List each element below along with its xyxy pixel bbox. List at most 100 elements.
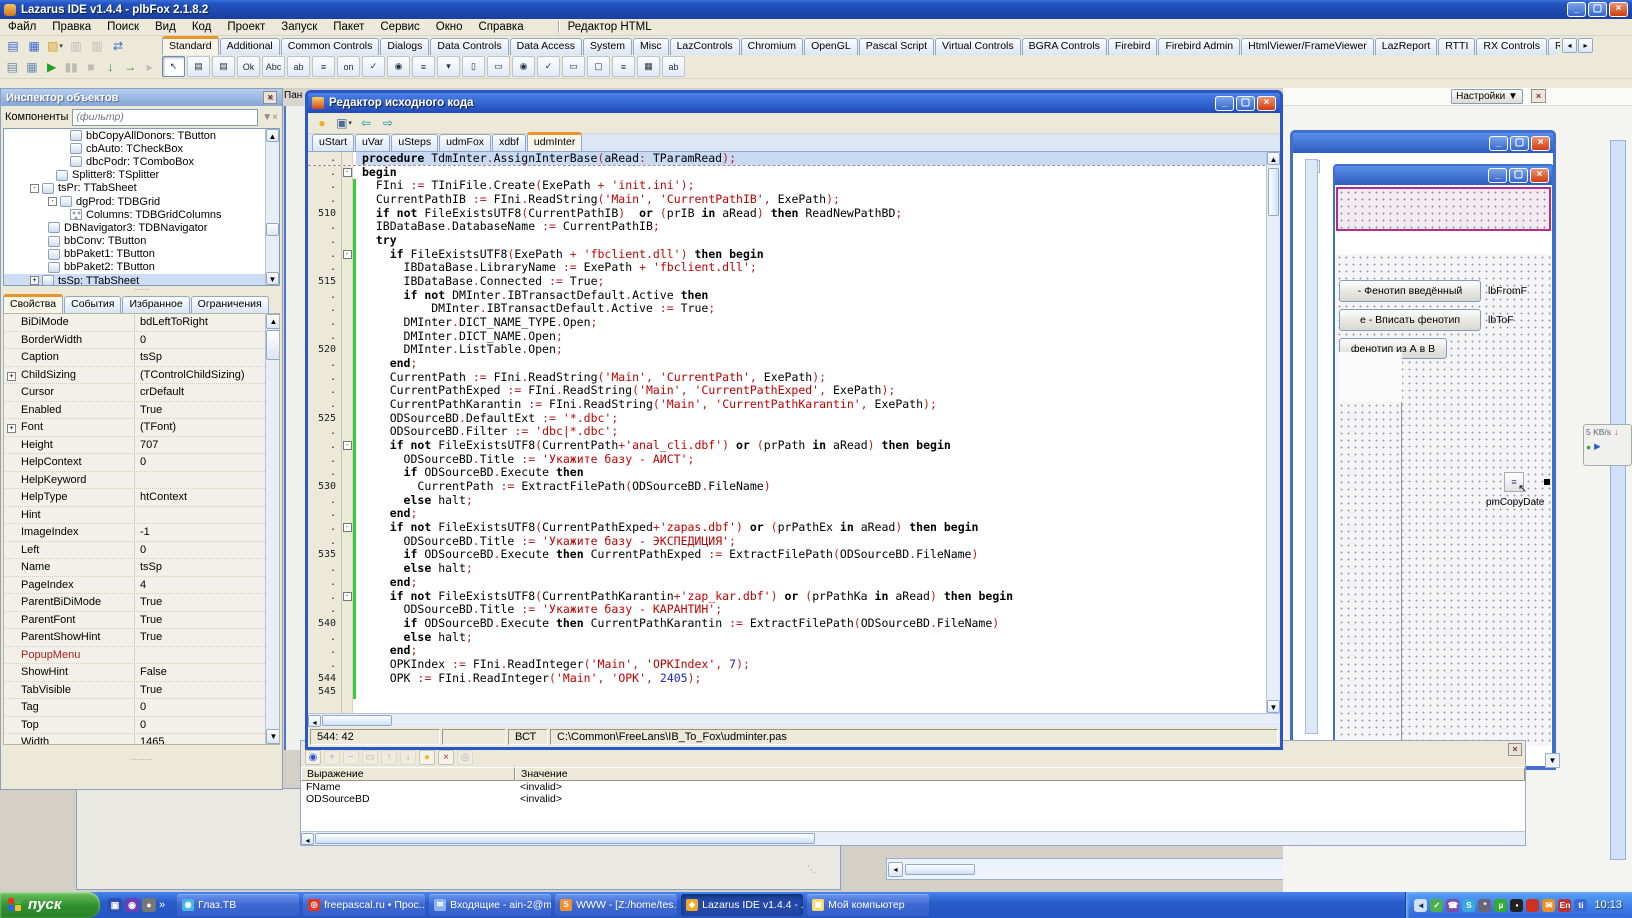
component-tree[interactable]: ▲ ▼ bbCopyAllDonors: TButtoncbAuto: TChe… — [3, 128, 280, 286]
scroll-left-icon[interactable]: ◂ — [301, 833, 314, 845]
scrollbar-thumb[interactable] — [315, 833, 815, 844]
scrollbar-thumb[interactable] — [266, 223, 279, 236]
property-row[interactable]: Left0 — [4, 542, 279, 560]
designer-inner-titlebar[interactable]: _ ▢ × — [1335, 166, 1552, 185]
tree-expand-icon[interactable]: + — [30, 276, 39, 285]
property-value[interactable] — [134, 472, 279, 489]
property-row[interactable]: Height707 — [4, 437, 279, 455]
property-grid[interactable]: BiDiModebdLeftToRightBorderWidth0Caption… — [3, 313, 280, 745]
palette-tab-10[interactable]: OpenGL — [804, 38, 858, 55]
scroll-down-icon[interactable]: ▼ — [1267, 700, 1280, 713]
palette-tab-8[interactable]: LazControls — [670, 38, 740, 55]
maximize-button[interactable]: ▢ — [1509, 168, 1528, 183]
scrollbar-thumb[interactable] — [266, 330, 280, 360]
minimize-button[interactable]: _ — [1488, 168, 1507, 183]
scroll-left-icon[interactable]: ◂ — [308, 715, 321, 727]
palette-tab-1[interactable]: Additional — [220, 38, 280, 55]
scrollbar-thumb[interactable] — [1268, 168, 1279, 216]
form-button-phenotype-entered[interactable]: - Фенотип введённый — [1339, 280, 1481, 302]
stop-icon[interactable]: ■ — [82, 58, 101, 76]
watches-horizontal-scrollbar[interactable]: ◂ — [301, 831, 1525, 845]
property-row[interactable]: PageIndex4 — [4, 577, 279, 595]
menu-item-html-editor[interactable]: Редактор HTML — [558, 21, 660, 33]
palette-tab-7[interactable]: Misc — [633, 38, 669, 55]
component-icon-tradiogroup[interactable]: ◉ — [512, 56, 535, 77]
property-value[interactable] — [134, 647, 279, 664]
property-row[interactable]: ParentBiDiModeTrue — [4, 594, 279, 612]
palette-tab-17[interactable]: LazReport — [1375, 38, 1437, 55]
expand-icon[interactable]: + — [7, 424, 16, 433]
close-icon[interactable]: × — [263, 91, 277, 104]
taskbar-task-5[interactable]: ▣Мой компьютер — [807, 894, 929, 916]
source-editor-titlebar[interactable]: Редактор исходного кода _ ▢ × — [308, 93, 1280, 113]
property-value[interactable]: True — [134, 682, 279, 699]
watch-row[interactable]: FName <invalid> — [301, 781, 1525, 793]
palette-scroll-left-icon[interactable]: ◂ — [1562, 38, 1577, 53]
tree-item[interactable]: Columns: TDBGridColumns — [4, 208, 279, 221]
debug-power-icon[interactable]: ● — [312, 114, 332, 132]
tree-item[interactable]: +tsSp: TTabSheet — [4, 274, 279, 286]
palette-tab-6[interactable]: System — [583, 38, 632, 55]
property-row[interactable]: CursorcrDefault — [4, 384, 279, 402]
property-row[interactable]: NametsSp — [4, 559, 279, 577]
property-value[interactable]: 0 — [134, 454, 279, 471]
property-value[interactable]: bdLeftToRight — [134, 314, 279, 331]
save-icon[interactable]: ▥ — [66, 37, 86, 55]
open-file-icon[interactable]: ▨▾ — [45, 37, 65, 55]
fold-collapse-icon[interactable]: - — [343, 250, 352, 259]
property-row[interactable]: HelpContext0 — [4, 454, 279, 472]
property-row[interactable]: Font+(TFont) — [4, 419, 279, 437]
property-value[interactable]: 0 — [134, 699, 279, 716]
edit-watch-icon[interactable]: ▭ — [362, 750, 378, 765]
property-row[interactable]: CaptiontsSp — [4, 349, 279, 367]
jump-forward-icon[interactable]: ⇨ — [378, 114, 398, 132]
taskbar-task-3[interactable]: SWWW - [Z:/home/tes... — [555, 894, 677, 916]
vertical-scrollbar[interactable] — [1305, 159, 1318, 734]
inspector-tab-0[interactable]: Свойства — [3, 294, 63, 313]
close-button[interactable]: × — [1257, 96, 1276, 111]
property-row[interactable]: Tag0 — [4, 699, 279, 717]
tree-item[interactable]: Splitter8: TSplitter — [4, 169, 279, 182]
skype-icon[interactable]: S — [1462, 899, 1475, 912]
palette-scroll-right-icon[interactable]: ▸ — [1578, 38, 1593, 53]
editor-tab-udmInter[interactable]: udmInter — [527, 132, 582, 151]
property-row[interactable]: BiDiModebdLeftToRight — [4, 314, 279, 332]
property-value[interactable]: True — [134, 612, 279, 629]
menu-item-8[interactable]: Сервис — [372, 21, 427, 33]
taskbar-task-0[interactable]: ◉Глаз.ТВ — [177, 894, 299, 916]
property-row[interactable]: HelpKeyword — [4, 472, 279, 490]
property-row[interactable]: ParentFontTrue — [4, 612, 279, 630]
palette-tab-18[interactable]: RTTI — [1438, 38, 1475, 55]
property-row[interactable]: BorderWidth0 — [4, 332, 279, 350]
new-form-icon[interactable]: ▦ — [24, 37, 44, 55]
display-icon[interactable]: ▪ — [1510, 899, 1523, 912]
component-icon-tactionlist[interactable]: ≡ — [612, 56, 635, 77]
palette-tab-16[interactable]: HtmlViewer/FrameViewer — [1241, 38, 1374, 55]
taskbar-task-4[interactable]: ◆Lazarus IDE v1.4.4 - ... — [681, 894, 803, 916]
editor-tab-uSteps[interactable]: uSteps — [391, 134, 438, 151]
tree-expand-icon[interactable]: - — [48, 197, 57, 206]
inspector-tab-2[interactable]: Избранное — [122, 296, 189, 313]
property-value[interactable]: True — [134, 402, 279, 419]
watch-row[interactable]: ODSourceBD <invalid> — [301, 793, 1525, 805]
tree-item[interactable]: bbConv: TButton — [4, 235, 279, 248]
palette-tab-2[interactable]: Common Controls — [281, 38, 380, 55]
palette-tab-20[interactable]: RX Tools — [1548, 38, 1560, 55]
run-to-cursor-icon[interactable]: ▸ — [140, 58, 159, 76]
palette-tab-19[interactable]: RX Controls — [1476, 38, 1547, 55]
jump-back-icon[interactable]: ⇦ — [356, 114, 376, 132]
component-icon-tedit[interactable]: ab — [287, 56, 310, 77]
new-unit-icon[interactable]: ▤ — [3, 37, 23, 55]
antivirus-icon[interactable]: ✓ — [1430, 899, 1443, 912]
component-icon-tmainmenu[interactable]: ▤ — [187, 56, 210, 77]
mail-icon[interactable]: ✉ — [1542, 899, 1555, 912]
run-icon[interactable]: ▶ — [42, 58, 61, 76]
palette-tab-3[interactable]: Dialogs — [380, 38, 429, 55]
scroll-down-icon[interactable]: ▼ — [1545, 753, 1560, 768]
watches-list[interactable]: FName <invalid> ODSourceBD <invalid> — [301, 781, 1525, 831]
build-mode-icon[interactable]: ⇄ — [108, 37, 128, 55]
palette-tab-0[interactable]: Standard — [162, 36, 219, 55]
tree-item[interactable]: dbcPodr: TComboBox — [4, 155, 279, 168]
close-icon[interactable]: × — [1508, 743, 1522, 756]
menu-item-0[interactable]: Файл — [0, 21, 44, 33]
